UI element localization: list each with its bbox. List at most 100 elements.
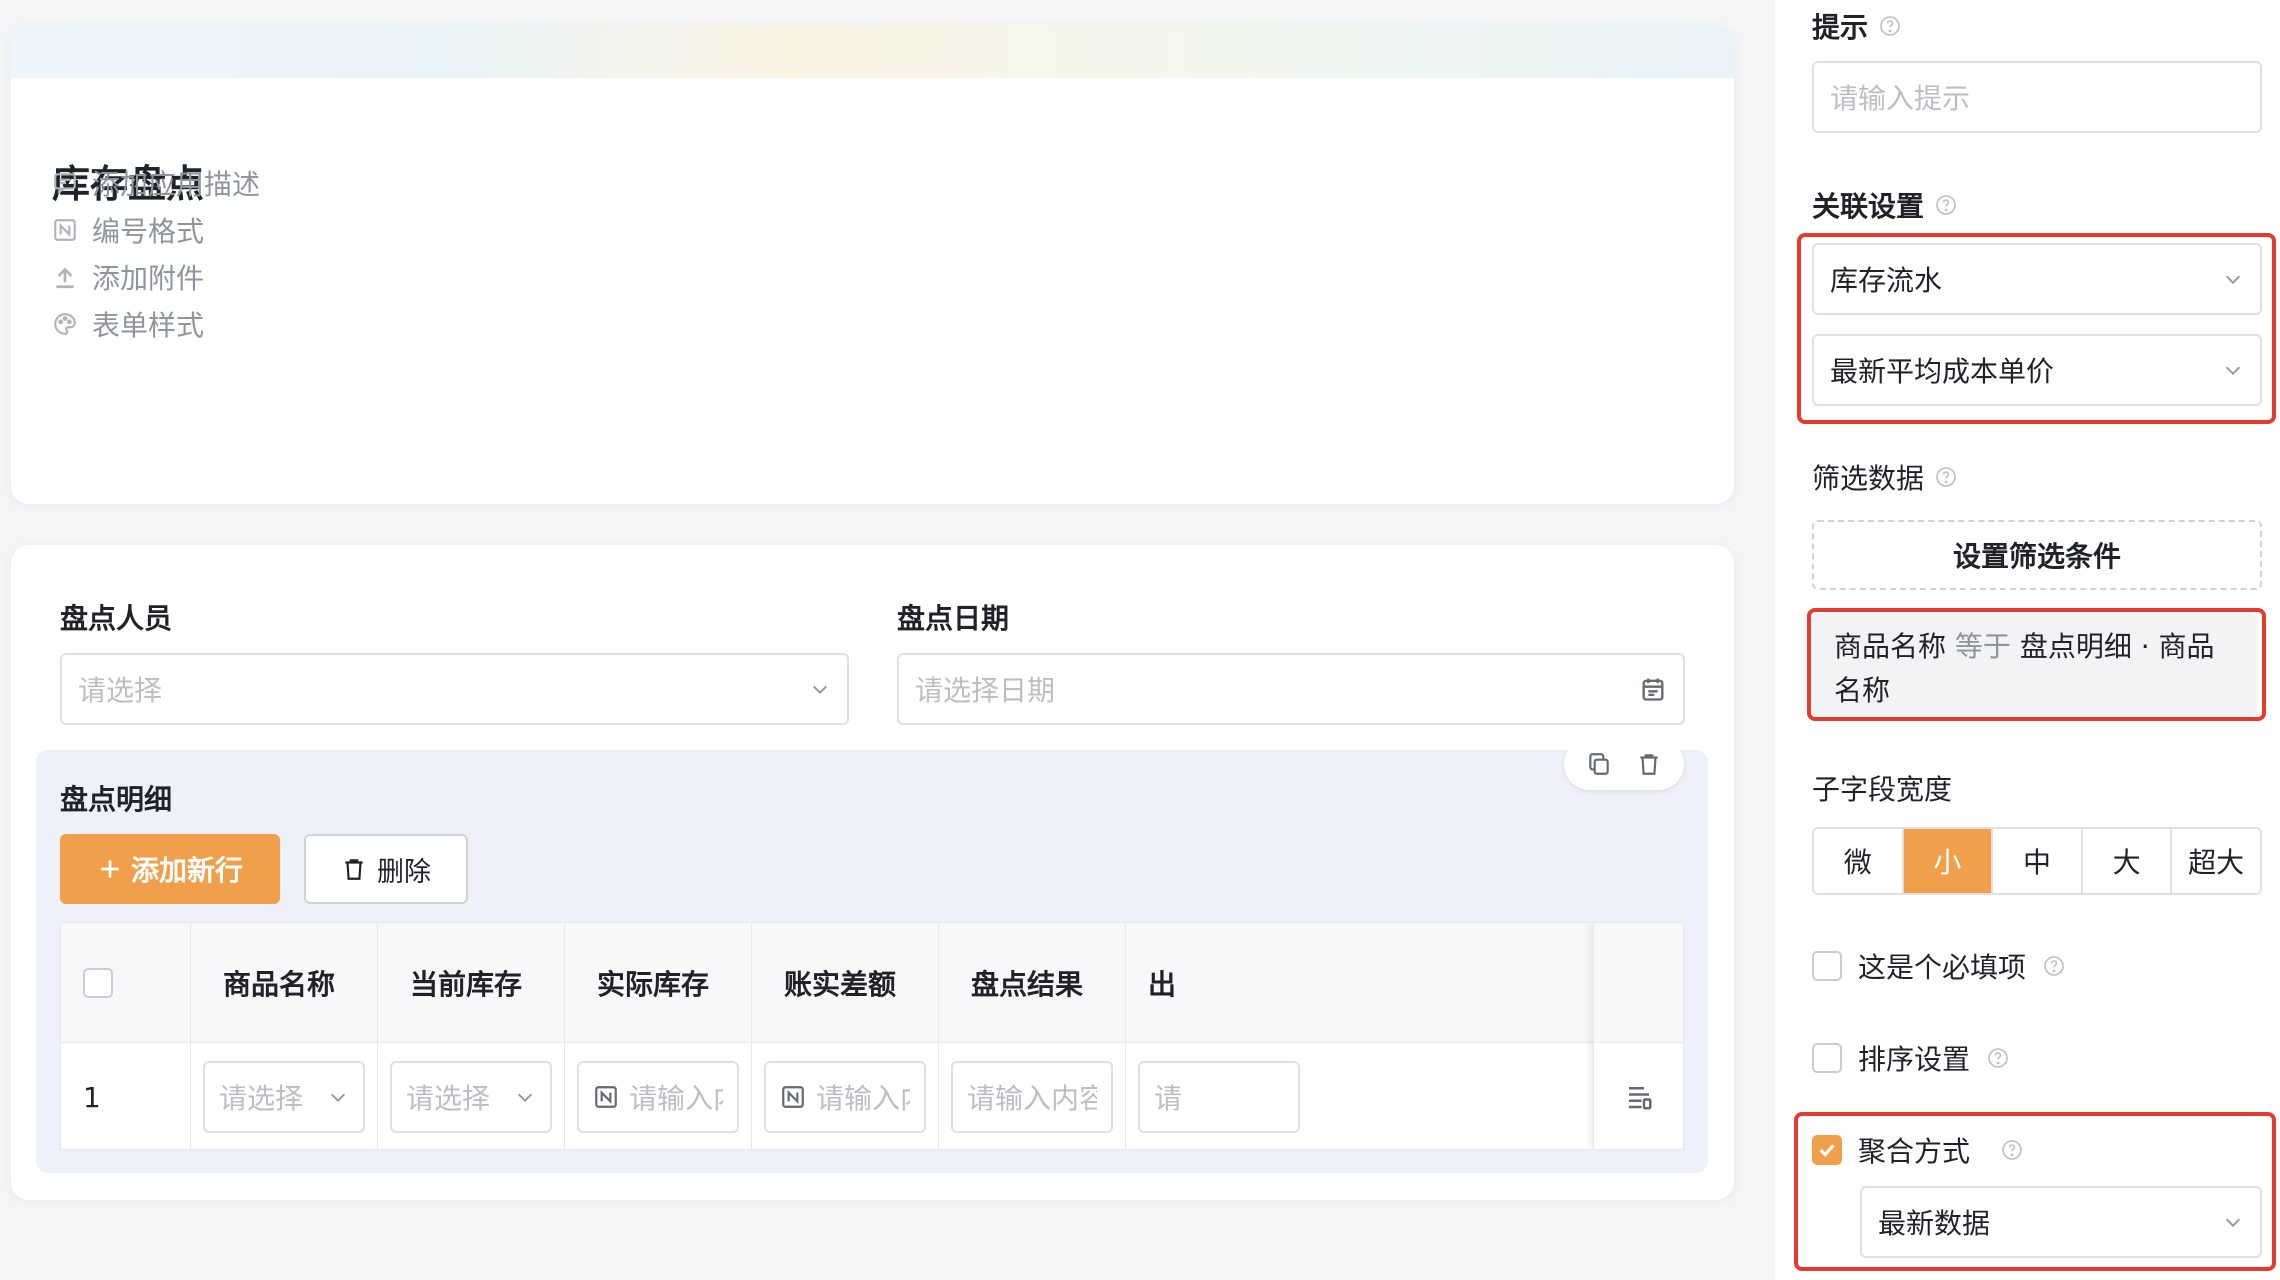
table-cell: 请输入内容 [565, 1043, 752, 1149]
relation-form-value: 库存流水 [1830, 264, 1943, 297]
trash-icon[interactable] [1636, 751, 1662, 777]
aggregate-checkbox[interactable] [1812, 1135, 1842, 1165]
table-cell: 请输入内容 [939, 1043, 1126, 1149]
header-banner [11, 25, 1734, 78]
help-icon[interactable] [1878, 14, 1902, 38]
help-icon[interactable] [1934, 193, 1958, 217]
sort-option[interactable]: 排序设置 [1812, 1038, 2010, 1078]
subtable-title: 盘点明细 [60, 783, 173, 816]
relation-form-select[interactable]: 库存流水 [1812, 243, 2262, 315]
column-header: 账实差额 [752, 923, 939, 1043]
cell-placeholder: 请选择 [406, 1082, 491, 1115]
chevron-down-icon [2225, 366, 2241, 375]
row-number: 1 [61, 1043, 191, 1149]
width-option-xlarge[interactable]: 超大 [2172, 829, 2260, 893]
table-cell: 请 [1126, 1043, 1313, 1149]
required-option[interactable]: 这是个必填项 [1812, 946, 2066, 986]
relation-label-text: 关联设置 [1812, 190, 1925, 223]
select-all-cell [61, 923, 191, 1043]
cell-placeholder: 请输入内容 [629, 1082, 723, 1115]
variance-input[interactable]: 请输入内容 [764, 1061, 926, 1133]
chevron-down-icon [517, 1093, 533, 1102]
calendar-icon [1642, 678, 1664, 701]
required-checkbox[interactable] [1812, 951, 1842, 981]
copy-icon[interactable] [1586, 751, 1612, 777]
truncated-cell-input[interactable]: 请 [1138, 1061, 1300, 1133]
inventory-result-input[interactable]: 请输入内容 [951, 1061, 1113, 1133]
table-cell: 请输入内容 [752, 1043, 939, 1149]
add-attachment-label: 添加附件 [92, 262, 205, 295]
help-icon[interactable] [1934, 465, 1958, 489]
numbering-format-item[interactable]: 编号格式 [52, 210, 204, 250]
help-icon[interactable] [1986, 1046, 2010, 1070]
subtable-grid: 商品名称 当前库存 实际库存 账实差额 盘点结果 出 1 请选择 请选择 请输入… [60, 922, 1684, 1150]
add-row-label: 添加新行 [130, 854, 243, 887]
aggregate-label: 聚合方式 [1858, 1135, 1971, 1168]
width-segmented-control: 微 小 中 大 超大 [1812, 827, 2262, 895]
filter-label-text: 筛选数据 [1812, 462, 1925, 495]
column-header: 盘点结果 [939, 923, 1126, 1043]
width-label: 子字段宽度 [1812, 768, 1952, 808]
select-all-checkbox[interactable] [83, 968, 113, 998]
inventory-staff-placeholder: 请选择 [78, 674, 163, 707]
add-attachment-item[interactable]: 添加附件 [52, 257, 204, 297]
upload-icon [56, 267, 74, 289]
filter-label: 筛选数据 [1812, 457, 1958, 497]
row-detail-icon[interactable] [1624, 1082, 1654, 1112]
add-row-button[interactable]: 添加新行 [60, 834, 280, 904]
app-header-card: 库存盘点 添加应用描述 编号格式 添加附件 表单样式 [11, 25, 1734, 504]
cell-placeholder: 请 [1154, 1082, 1183, 1115]
hint-input[interactable]: 请输入提示 [1812, 61, 2262, 133]
settings-panel: 提示 请输入提示 关联设置 库存流水 最新平均成本单价 筛选数据 设置筛选条件 … [1775, 0, 2280, 1280]
delete-button[interactable]: 删除 [304, 834, 468, 904]
sort-label: 排序设置 [1858, 1043, 1971, 1076]
width-label-text: 子字段宽度 [1812, 773, 1953, 806]
aggregate-option[interactable]: 聚合方式 [1812, 1130, 2024, 1170]
comment-icon [54, 173, 76, 194]
add-description-item[interactable]: 添加应用描述 [52, 163, 260, 203]
width-option-small[interactable]: 小 [1903, 829, 1994, 893]
filter-condition[interactable]: 商品名称 等于 盘点明细 · 商品名称 [1812, 613, 2257, 716]
cell-placeholder: 请输入内容 [816, 1082, 910, 1115]
relation-field-value: 最新平均成本单价 [1830, 355, 2055, 388]
width-option-micro[interactable]: 微 [1814, 829, 1904, 893]
inventory-staff-label: 盘点人员 [60, 602, 173, 635]
chevron-down-icon [330, 1093, 346, 1102]
help-icon[interactable] [2000, 1138, 2024, 1162]
condition-field: 商品名称 [1834, 630, 1947, 663]
add-description-label: 添加应用描述 [92, 168, 261, 201]
actual-stock-input[interactable]: 请输入内容 [577, 1061, 739, 1133]
row-actions-column [1593, 923, 1683, 1149]
required-label: 这是个必填项 [1858, 951, 2027, 984]
aggregate-select[interactable]: 最新数据 [1860, 1186, 2262, 1258]
numbering-icon [54, 219, 76, 241]
sort-checkbox[interactable] [1812, 1043, 1842, 1073]
form-style-label: 表单样式 [92, 309, 205, 342]
help-icon[interactable] [2042, 954, 2066, 978]
palette-icon [54, 313, 76, 335]
hint-placeholder: 请输入提示 [1830, 82, 1971, 115]
table-cell: 请选择 [191, 1043, 378, 1149]
inventory-staff-select[interactable]: 请选择 [60, 653, 849, 725]
cell-placeholder: 请输入内容 [967, 1082, 1097, 1115]
number-field-icon [595, 1086, 617, 1108]
inventory-date-placeholder: 请选择日期 [915, 674, 1056, 707]
numbering-format-label: 编号格式 [92, 215, 205, 248]
relation-field-select[interactable]: 最新平均成本单价 [1812, 334, 2262, 406]
plus-icon [101, 860, 119, 878]
width-option-medium[interactable]: 中 [1993, 829, 2083, 893]
form-style-item[interactable]: 表单样式 [52, 304, 204, 344]
product-name-select[interactable]: 请选择 [203, 1061, 365, 1133]
chevron-down-icon [2225, 275, 2241, 284]
set-filter-button[interactable]: 设置筛选条件 [1812, 520, 2262, 590]
number-field-icon [782, 1086, 804, 1108]
aggregate-value: 最新数据 [1878, 1207, 1991, 1240]
current-stock-select[interactable]: 请选择 [390, 1061, 552, 1133]
inventory-date-picker[interactable]: 请选择日期 [897, 653, 1685, 725]
table-cell: 请选择 [378, 1043, 565, 1149]
column-header: 出 [1148, 968, 1177, 1001]
relation-label: 关联设置 [1812, 185, 1958, 225]
column-header: 当前库存 [378, 923, 565, 1043]
width-option-large[interactable]: 大 [2083, 829, 2173, 893]
chevron-down-icon [812, 685, 828, 694]
